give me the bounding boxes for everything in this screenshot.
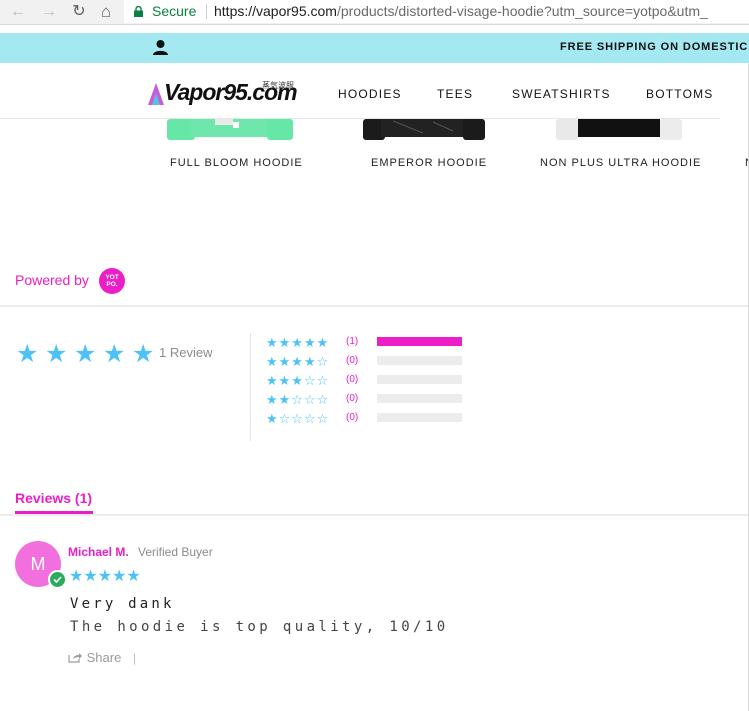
product-image-emperor[interactable] xyxy=(363,119,487,140)
review-rating-stars: ★★★★★ xyxy=(69,568,141,585)
rating-bar xyxy=(377,356,462,365)
four-star-icons: ★★★★☆ xyxy=(266,354,330,369)
review-count: 1 Review xyxy=(159,345,213,360)
share-separator: | xyxy=(133,651,137,665)
rating-count: (0) xyxy=(346,412,359,423)
browser-toolbar: ← → ↻ ⌂ Secure https://vapor95.com/produ… xyxy=(0,0,749,25)
home-icon[interactable]: ⌂ xyxy=(97,3,115,21)
share-icon xyxy=(68,653,82,663)
nav-sweatshirts[interactable]: SWEATSHIRTS xyxy=(512,87,611,101)
promo-bar: FREE SHIPPING ON DOMESTIC O xyxy=(0,33,749,63)
nav-bottoms[interactable]: BOTTOMS xyxy=(646,87,714,101)
two-star-icons: ★★☆☆☆ xyxy=(266,392,330,407)
star-icon: ★ xyxy=(132,340,155,368)
product-image-non-plus-ultra[interactable] xyxy=(556,119,684,140)
reload-icon[interactable]: ↻ xyxy=(70,3,88,21)
review-body: The hoodie is top quality, 10/10 xyxy=(70,619,449,635)
site-logo[interactable]: Vapor95.com 蒸気波服 xyxy=(146,79,306,109)
avatar-letter: M xyxy=(30,554,46,574)
five-star-icons: ★★★★★ xyxy=(266,335,330,350)
rating-count: (1) xyxy=(346,336,359,347)
product-name[interactable]: NON PLUS ULTRA HOODIE xyxy=(540,157,701,169)
nav-hoodies[interactable]: HOODIES xyxy=(338,87,402,101)
url-host: https://vapor95.com xyxy=(214,3,337,19)
tab-reviews[interactable]: Reviews (1) xyxy=(15,490,92,506)
rating-bar xyxy=(377,394,462,403)
rating-count: (0) xyxy=(346,393,359,404)
summary-divider xyxy=(250,333,251,441)
back-arrow-icon[interactable]: ← xyxy=(9,3,27,21)
forward-arrow-icon[interactable]: → xyxy=(40,3,58,21)
nav-tees[interactable]: TEES xyxy=(437,87,473,101)
rating-bar xyxy=(377,337,462,346)
yotpo-logo[interactable]: YOT PO. xyxy=(99,268,125,294)
address-divider xyxy=(206,4,207,19)
share-label: Share xyxy=(86,650,122,665)
logo-japanese-text: 蒸気波服 xyxy=(262,81,294,90)
star-icon: ★ xyxy=(16,340,39,368)
logo-mark-icon xyxy=(148,83,164,105)
secure-label: Secure xyxy=(152,3,197,19)
section-divider xyxy=(0,305,749,307)
product-name[interactable]: FULL BLOOM HOODIE xyxy=(170,157,303,169)
account-icon[interactable] xyxy=(152,39,169,55)
verified-check-icon xyxy=(48,570,67,589)
address-bar[interactable]: Secure https://vapor95.com/products/dist… xyxy=(124,0,749,23)
yotpo-logo-text: YOT PO. xyxy=(105,274,119,288)
verified-buyer-label: Verified Buyer xyxy=(138,545,213,559)
star-icon: ★ xyxy=(74,340,97,368)
rating-bar xyxy=(377,413,462,422)
share-button[interactable]: Share xyxy=(68,650,121,665)
one-star-icons: ★☆☆☆☆ xyxy=(266,411,330,426)
lock-icon xyxy=(134,6,143,17)
rating-bar-fill xyxy=(377,337,462,346)
three-star-icons: ★★★☆☆ xyxy=(266,373,330,388)
url-text: https://vapor95.com/products/distorted-v… xyxy=(214,0,708,23)
review-title: Very dank xyxy=(70,596,175,612)
star-icon: ★ xyxy=(103,340,126,368)
star-icon: ★ xyxy=(45,340,68,368)
rating-bar xyxy=(377,375,462,384)
powered-by-label: Powered by xyxy=(15,272,89,288)
reviewer-name: Michael M. xyxy=(68,545,129,559)
rating-count: (0) xyxy=(346,374,359,385)
url-path: /products/distorted-visage-hoodie?utm_so… xyxy=(336,3,708,19)
promo-text: FREE SHIPPING ON DOMESTIC O xyxy=(560,41,749,53)
product-name[interactable]: EMPEROR HOODIE xyxy=(371,157,487,169)
product-image-full-bloom[interactable] xyxy=(167,119,295,140)
rating-count: (0) xyxy=(346,355,359,366)
tab-divider xyxy=(0,514,749,516)
